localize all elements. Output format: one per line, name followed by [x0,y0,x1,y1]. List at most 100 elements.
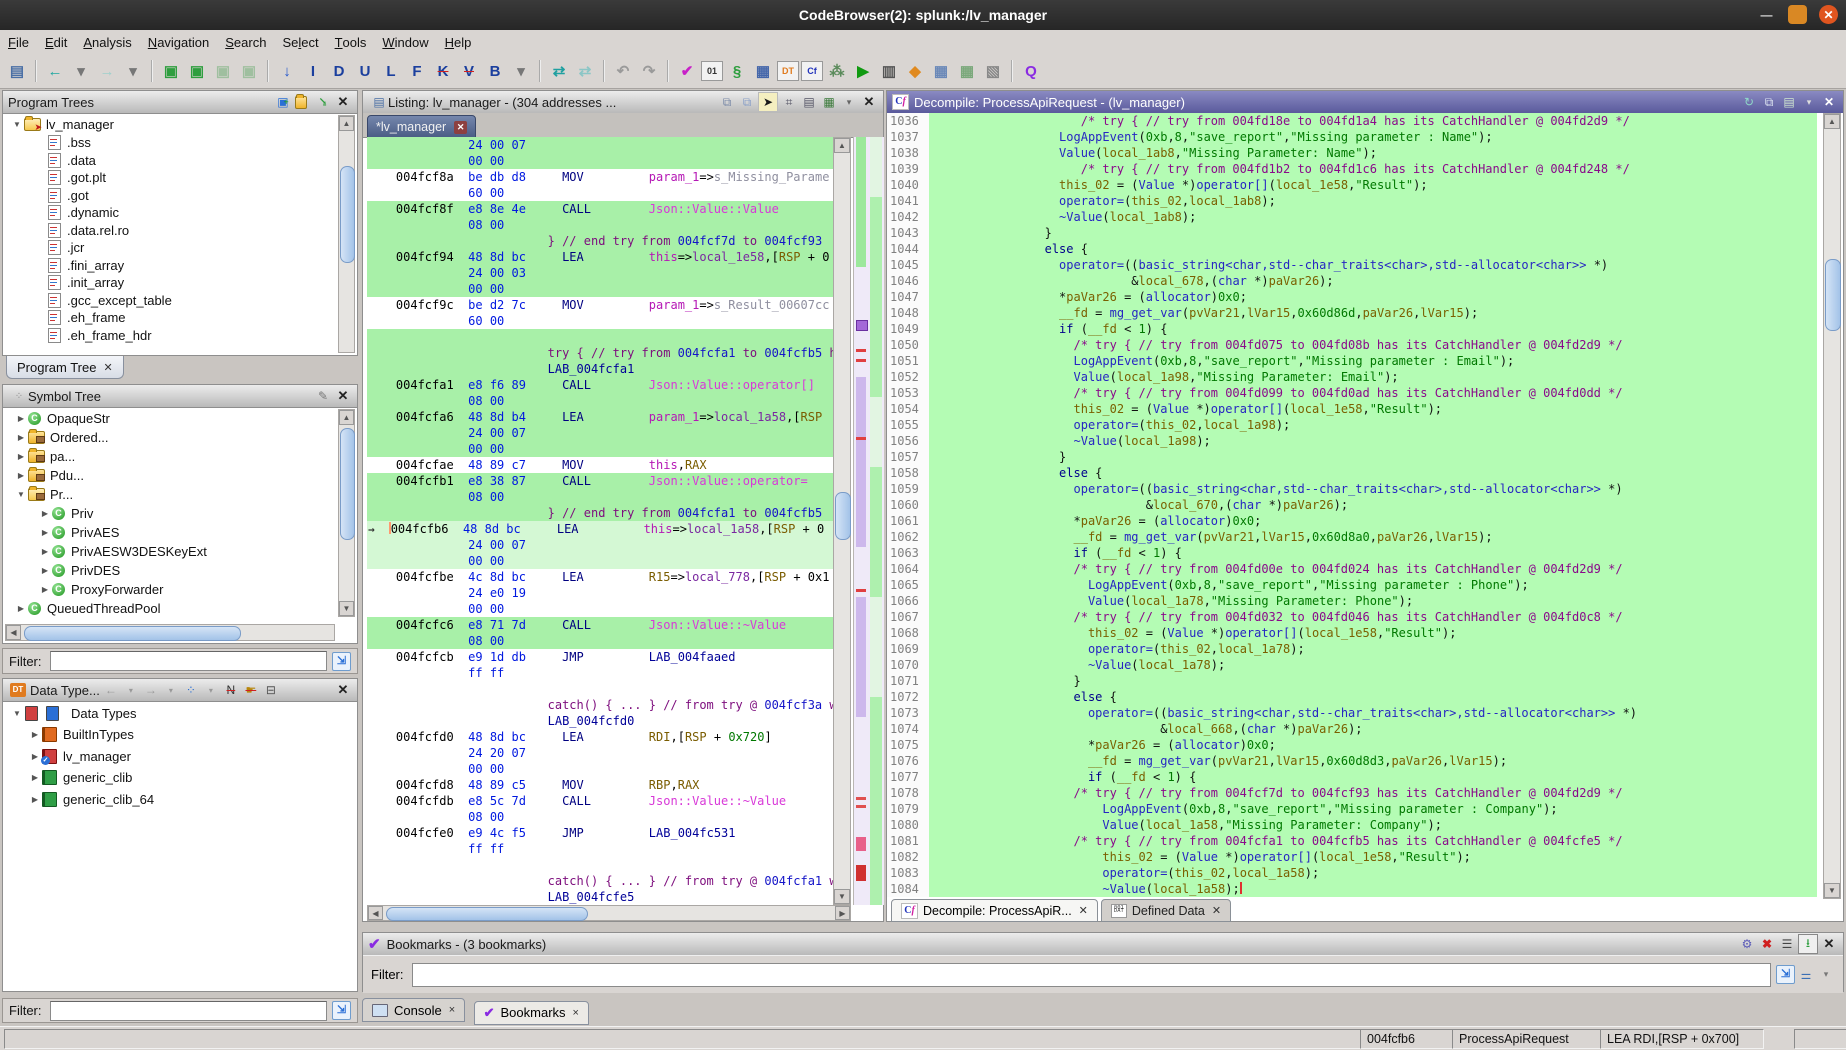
listing-row[interactable]: 00 00 [367,761,833,777]
symbol-tree-item[interactable]: ▶pa... [5,447,335,466]
redo-icon[interactable]: ↷ [637,59,661,83]
menu-search[interactable]: Search [217,30,274,54]
listing-row[interactable]: 00 00 [367,441,833,457]
listing-row[interactable]: 00 00 [367,553,833,569]
tree-item-section[interactable]: .gcc_except_table [5,292,335,310]
listing-row[interactable]: LAB_004fcfd0 [367,713,833,729]
menu-edit[interactable]: Edit [37,30,75,54]
listing-row[interactable]: 08 00 [367,217,833,233]
bookmarks-header[interactable]: ✔ Bookmarks - (3 bookmarks) ⚙ ✖ ☰ ⭳ ✕ [363,933,1843,956]
listing-row[interactable]: 08 00 [367,489,833,505]
export-icon[interactable]: ▤ [800,93,818,111]
filter-input[interactable] [50,651,328,671]
copy-icon[interactable]: ⧉ [1760,93,1778,111]
expand-icon[interactable]: ▼ [11,709,23,718]
scroll-thumb[interactable] [835,492,851,540]
listing-row[interactable]: LAB_004fcfa1 [367,361,833,377]
clear-flow-icon[interactable]: K [431,59,455,83]
disassembly-view[interactable]: 24 00 07 00 00 004fcf8a be db d8 MOV par… [367,137,833,905]
forward-icon[interactable]: → [95,59,119,83]
checksum-icon[interactable]: ▧ [981,59,1005,83]
program-trees-vscrollbar[interactable]: ▲ [338,115,355,353]
minimize-button[interactable]: — [1757,5,1776,24]
open-program-icon[interactable]: ▣ [159,59,183,83]
forward-menu-icon[interactable]: ▾ [162,681,180,699]
tree-item-section[interactable]: .dynamic [5,204,335,222]
tree-item-root[interactable]: ▼➤lv_manager [5,115,335,134]
symbol-tree-header[interactable]: ⁘ Symbol Tree ✎ ✕ [3,385,357,408]
data-type-archive[interactable]: ▶generic_clib [5,767,355,789]
expand-icon[interactable]: ▶ [15,414,27,423]
variable-icon[interactable]: V [457,59,481,83]
listing-row[interactable]: 08 00 [367,633,833,649]
tree-item-section[interactable]: .got [5,187,335,205]
code-line[interactable]: *paVar26 = (allocator)0x0; [929,289,1817,305]
tree-item-section[interactable]: .init_array [5,274,335,292]
close-program-icon[interactable]: ▣ [237,59,261,83]
listing-row[interactable]: 004fcfdb e8 5c 7d CALL Json::Value::~Val… [367,793,833,809]
close-tab-icon[interactable]: ✕ [1079,904,1088,917]
maximize-button[interactable] [1788,5,1807,24]
decompile-tab[interactable]: Cf Decompile: ProcessApiR... ✕ [891,899,1098,922]
code-line[interactable]: this_02 = (Value *)operator[](local_1e58… [929,625,1817,641]
listing-row[interactable]: 004fcfb1 e8 38 87 CALL Json::Value::oper… [367,473,833,489]
edit-icon[interactable]: ✎ [314,387,332,405]
back-menu-icon[interactable]: ▾ [122,681,140,699]
listing-overview-margin[interactable] [853,137,884,905]
symbol-tree-item[interactable]: ▶COpaqueStr [5,409,335,428]
code-line[interactable]: if (__fd < 1) { [929,545,1817,561]
listing-header[interactable]: ▤ Listing: lv_manager - (304 addresses .… [363,91,883,114]
code-line[interactable]: &local_678,(char *)paVar26); [929,273,1817,289]
byte-icon[interactable]: B [483,59,507,83]
data-icon[interactable]: D [327,59,351,83]
menu-navigation[interactable]: Navigation [140,30,217,54]
filter-options-icon[interactable]: ⇲ [1776,965,1795,984]
listing-row[interactable]: ff ff [367,841,833,857]
code-line[interactable]: } [929,673,1817,689]
code-line[interactable]: /* try { // try from 004fd032 to 004fd04… [929,609,1817,625]
export-program-icon[interactable]: ▣ [211,59,235,83]
run-script-icon[interactable]: ▶ [851,59,875,83]
close-button[interactable]: ✕ [1819,5,1838,24]
code-line[interactable]: Value(local_1a78,"Missing Parameter: Pho… [929,593,1817,609]
expand-icon[interactable]: ▼ [15,490,27,499]
menu-window[interactable]: Window [374,30,436,54]
symbol-tree-item[interactable]: ▶CPrivDES [5,561,335,580]
label-icon[interactable]: L [379,59,403,83]
instruction-icon[interactable]: I [301,59,325,83]
listing-row[interactable]: 004fcfc6 e8 71 7d CALL Json::Value::~Val… [367,617,833,633]
close-panel-icon[interactable]: ✕ [334,681,352,699]
symbol-tree-item[interactable]: ▼Pr... [5,485,335,504]
bookmarks-tab[interactable]: ✔ Bookmarks × [474,1001,589,1025]
decompiled-code-view[interactable]: 1036103710381039104010411042104310441045… [887,113,1843,899]
expand-icon[interactable]: ▶ [15,604,27,613]
tree-item-section[interactable]: .eh_frame [5,309,335,327]
expand-icon[interactable]: ▼ [11,120,23,129]
grid-icon[interactable]: ▦ [820,93,838,111]
listing-row[interactable]: 00 00 [367,601,833,617]
refresh-icon[interactable]: ↻ [1740,93,1758,111]
listing-row[interactable]: 004fcfd0 48 8d bc LEA RDI,[RSP + 0x720] [367,729,833,745]
scroll-left-icon[interactable]: ◀ [368,906,383,920]
close-tab-icon[interactable]: ✕ [103,361,112,374]
code-line[interactable]: /* try { // try from 004fd1b2 to 004fd1c… [929,161,1817,177]
scroll-down-icon[interactable]: ▼ [834,889,850,904]
listing-row[interactable] [367,329,833,345]
code-line[interactable]: __fd = mg_get_var(pvVar21,lVar15,0x60d86… [929,305,1817,321]
toggle-margin-icon[interactable]: ⌗ [780,93,798,111]
data-type-manager-header[interactable]: DT Data Type... ← ▾ → ▾ ⁘ ▾ N ☛ ⊟ ✕ [3,679,357,702]
code-line[interactable]: } [929,225,1817,241]
menu-analysis[interactable]: Analysis [75,30,139,54]
diamond-icon[interactable]: ◆ [903,59,927,83]
listing-row[interactable]: 24 00 07 [367,537,833,553]
decompiler-vscrollbar[interactable]: ▲ ▼ [1823,113,1841,899]
listing-row[interactable]: 60 00 [367,313,833,329]
listing-row[interactable]: catch() { ... } // from try @ 004fcfa1 w… [367,873,833,889]
bytes-viewer-icon[interactable]: 01 [701,61,723,81]
close-panel-icon[interactable]: ✕ [334,387,352,405]
code-line[interactable]: LogAppEvent(0xb,8,"save_report","Missing… [929,801,1817,817]
tree-item-section[interactable]: .data [5,152,335,170]
go-to-icon[interactable]: ↓ [275,59,299,83]
folder-icon[interactable] [294,93,312,111]
listing-row[interactable]: → 004fcfb6 48 8d bc LEA this=>local_1a58… [367,521,833,537]
